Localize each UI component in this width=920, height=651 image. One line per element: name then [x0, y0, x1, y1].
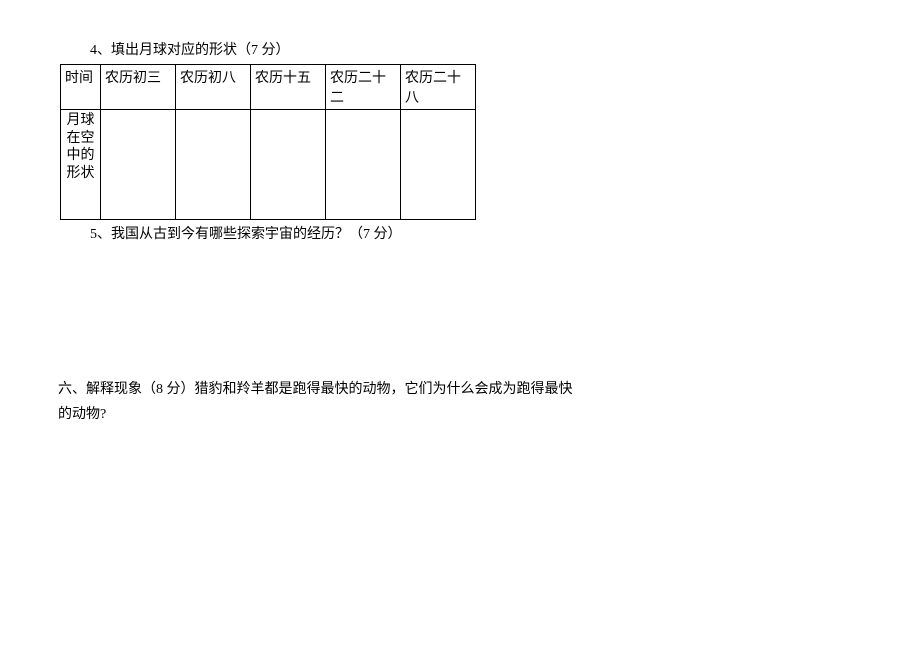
q6-line1: 六、解释现象（8 分）猎豹和羚羊都是跑得最快的动物，它们为什么会成为跑得最快	[58, 382, 573, 397]
table-header-row: 时间 农历初三 农历初八 农历十五 农历二十二 农历二十八	[61, 65, 476, 110]
q6-line2: 的动物?	[58, 407, 106, 422]
header-time-label: 时间	[61, 65, 101, 110]
row-shape-label: 月球在空中的形状	[61, 110, 101, 220]
table-body-row: 月球在空中的形状	[61, 110, 476, 220]
exam-content: 4、填出月球对应的形状（7 分） 时间 农历初三 农历初八 农历十五 农历二十二…	[30, 40, 610, 427]
header-date-5: 农历二十八	[401, 65, 476, 110]
moon-table-wrap: 时间 农历初三 农历初八 农历十五 农历二十二 农历二十八 月球在空中的形状	[60, 64, 610, 220]
header-date-3: 农历十五	[251, 65, 326, 110]
shape-label-text: 月球在空中的形状	[65, 112, 96, 182]
header-date-2: 农历初八	[176, 65, 251, 110]
question-5-prompt: 5、我国从古到今有哪些探索宇宙的经历？（7 分）	[90, 224, 610, 246]
shape-cell-1	[101, 110, 176, 220]
shape-cell-4	[326, 110, 401, 220]
shape-cell-3	[251, 110, 326, 220]
question-4-prompt: 4、填出月球对应的形状（7 分）	[90, 40, 610, 62]
question-6-prompt: 六、解释现象（8 分）猎豹和羚羊都是跑得最快的动物，它们为什么会成为跑得最快 的…	[58, 377, 610, 427]
header-date-1: 农历初三	[101, 65, 176, 110]
shape-cell-5	[401, 110, 476, 220]
header-date-4: 农历二十二	[326, 65, 401, 110]
shape-cell-2	[176, 110, 251, 220]
moon-phase-table: 时间 农历初三 农历初八 农历十五 农历二十二 农历二十八 月球在空中的形状	[60, 64, 476, 220]
